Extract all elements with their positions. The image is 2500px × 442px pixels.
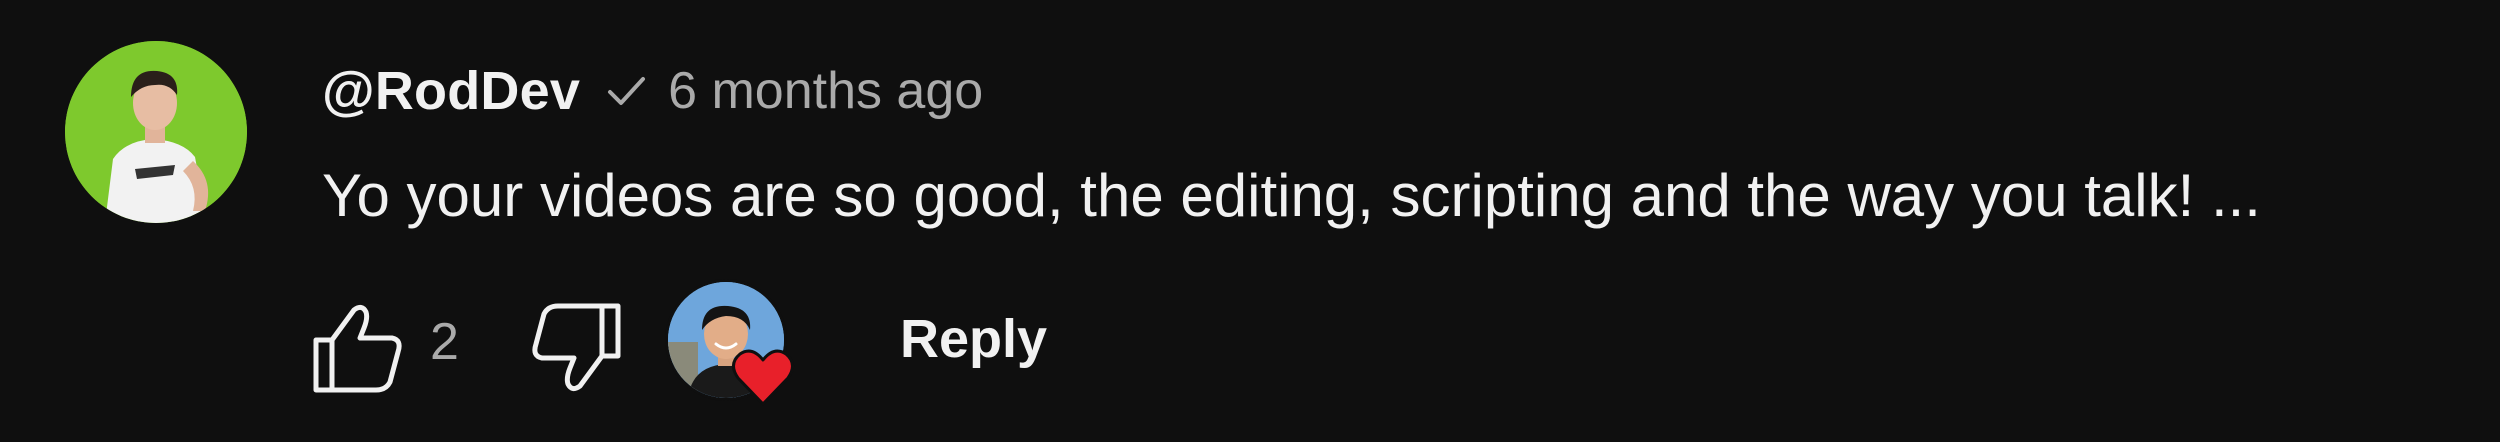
comment-header: @RodDev 6 months ago — [322, 56, 983, 126]
reply-button[interactable]: Reply — [900, 308, 1047, 370]
comment-timestamp[interactable]: 6 months ago — [668, 61, 983, 121]
like-button[interactable] — [310, 300, 406, 396]
comment-thread-item: @RodDev 6 months ago Yo your videos are … — [0, 0, 2500, 442]
checkmark-icon — [606, 71, 646, 111]
like-count: 2 — [430, 313, 459, 371]
creator-heart-badge[interactable] — [668, 282, 808, 422]
author-avatar[interactable] — [65, 41, 247, 223]
thumbs-up-icon — [313, 304, 402, 393]
heart-icon — [730, 344, 796, 410]
thumbs-down-icon — [532, 303, 621, 392]
author-name[interactable]: @RodDev — [322, 60, 580, 122]
dislike-button[interactable] — [528, 300, 624, 396]
comment-text: Yo your videos are so good, the editing,… — [322, 162, 2261, 229]
comment-action-bar: 2 Reply — [310, 282, 1510, 406]
